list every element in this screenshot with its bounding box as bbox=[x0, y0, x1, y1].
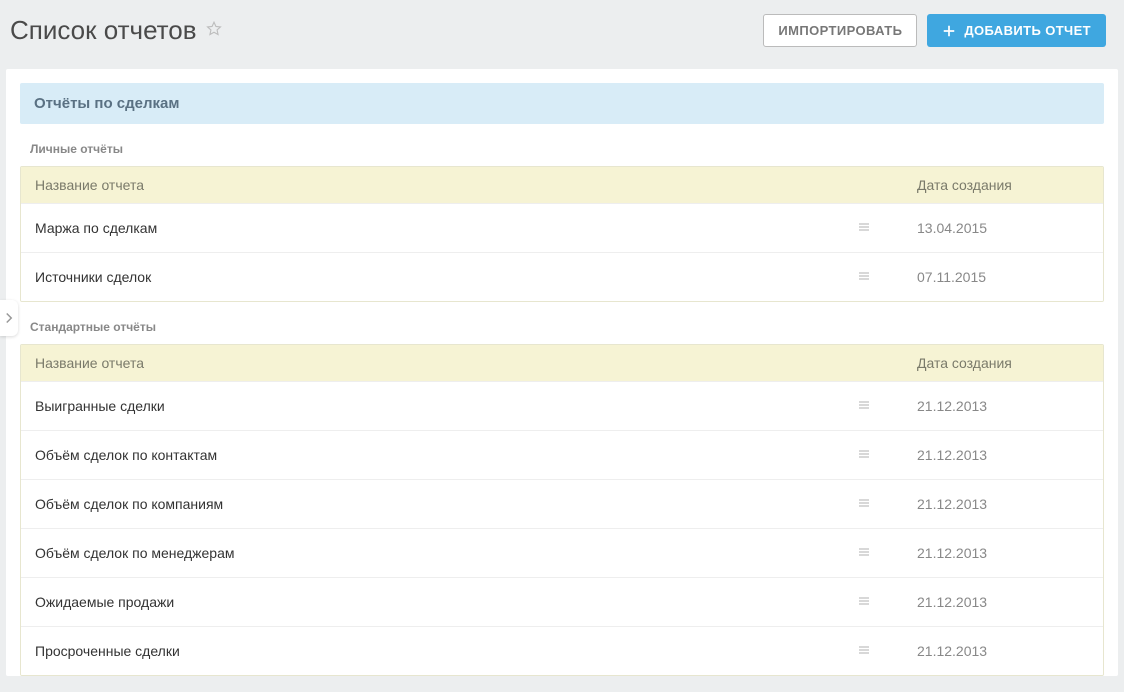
table-row[interactable]: Объём сделок по контактам 21.12.2013 bbox=[21, 430, 1103, 479]
report-name: Объём сделок по контактам bbox=[35, 447, 217, 463]
report-date: 07.11.2015 bbox=[903, 253, 1103, 301]
table-row[interactable]: Просроченные сделки 21.12.2013 bbox=[21, 626, 1103, 675]
section-banner: Отчёты по сделкам bbox=[20, 83, 1104, 124]
drag-handle-icon[interactable] bbox=[859, 597, 869, 607]
drag-handle-icon[interactable] bbox=[859, 646, 869, 656]
drag-handle-icon[interactable] bbox=[859, 450, 869, 460]
table-row[interactable]: Объём сделок по компаниям 21.12.2013 bbox=[21, 479, 1103, 528]
group-title-standard: Стандартные отчёты bbox=[20, 302, 1104, 344]
report-name: Источники сделок bbox=[35, 269, 151, 285]
table-header: Название отчета Дата создания bbox=[21, 345, 1103, 381]
report-name: Просроченные сделки bbox=[35, 643, 180, 659]
reports-table-standard: Название отчета Дата создания Выигранные… bbox=[20, 344, 1104, 676]
report-name: Объём сделок по компаниям bbox=[35, 496, 223, 512]
plus-icon bbox=[942, 24, 956, 38]
table-row[interactable]: Ожидаемые продажи 21.12.2013 bbox=[21, 577, 1103, 626]
import-button-label: ИМПОРТИРОВАТЬ bbox=[778, 23, 902, 38]
col-header-date[interactable]: Дата создания bbox=[903, 167, 1103, 203]
report-name: Объём сделок по менеджерам bbox=[35, 545, 235, 561]
report-date: 21.12.2013 bbox=[903, 480, 1103, 528]
report-name: Выигранные сделки bbox=[35, 398, 165, 414]
report-name: Ожидаемые продажи bbox=[35, 594, 174, 610]
add-report-button[interactable]: ДОБАВИТЬ ОТЧЕТ bbox=[927, 14, 1106, 47]
table-row[interactable]: Маржа по сделкам 13.04.2015 bbox=[21, 203, 1103, 252]
content-card: Отчёты по сделкам Личные отчёты Название… bbox=[6, 69, 1118, 676]
report-date: 13.04.2015 bbox=[903, 204, 1103, 252]
favorite-star-icon[interactable] bbox=[205, 20, 223, 41]
drag-handle-icon[interactable] bbox=[859, 223, 869, 233]
table-row[interactable]: Объём сделок по менеджерам 21.12.2013 bbox=[21, 528, 1103, 577]
table-row[interactable]: Источники сделок 07.11.2015 bbox=[21, 252, 1103, 301]
report-date: 21.12.2013 bbox=[903, 431, 1103, 479]
page-header: Список отчетов ИМПОРТИРОВАТЬ ДОБАВИТЬ ОТ… bbox=[0, 0, 1124, 69]
reports-table-personal: Название отчета Дата создания Маржа по с… bbox=[20, 166, 1104, 302]
col-header-name[interactable]: Название отчета bbox=[21, 167, 903, 203]
drag-handle-icon[interactable] bbox=[859, 272, 869, 282]
report-date: 21.12.2013 bbox=[903, 627, 1103, 675]
import-button[interactable]: ИМПОРТИРОВАТЬ bbox=[763, 14, 917, 47]
drag-handle-icon[interactable] bbox=[859, 548, 869, 558]
col-header-date[interactable]: Дата создания bbox=[903, 345, 1103, 381]
page-title: Список отчетов bbox=[10, 15, 197, 46]
col-header-name[interactable]: Название отчета bbox=[21, 345, 903, 381]
chevron-right-icon bbox=[3, 312, 15, 324]
report-date: 21.12.2013 bbox=[903, 578, 1103, 626]
table-row[interactable]: Выигранные сделки 21.12.2013 bbox=[21, 381, 1103, 430]
drag-handle-icon[interactable] bbox=[859, 499, 869, 509]
add-report-button-label: ДОБАВИТЬ ОТЧЕТ bbox=[964, 23, 1091, 38]
drag-handle-icon[interactable] bbox=[859, 401, 869, 411]
table-header: Название отчета Дата создания bbox=[21, 167, 1103, 203]
report-date: 21.12.2013 bbox=[903, 382, 1103, 430]
group-title-personal: Личные отчёты bbox=[20, 124, 1104, 166]
report-name: Маржа по сделкам bbox=[35, 220, 157, 236]
report-date: 21.12.2013 bbox=[903, 529, 1103, 577]
sidebar-expand-handle[interactable] bbox=[0, 300, 18, 336]
header-actions: ИМПОРТИРОВАТЬ ДОБАВИТЬ ОТЧЕТ bbox=[763, 14, 1106, 47]
